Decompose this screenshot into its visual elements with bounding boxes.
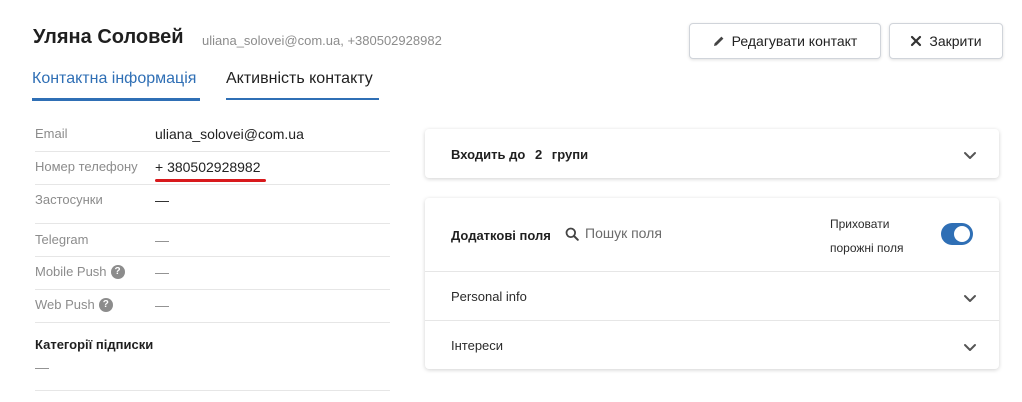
contact-name: Уляна Соловей [33, 26, 184, 48]
apps-row: Застосунки — [35, 192, 390, 224]
phone-highlight-underline [155, 179, 266, 182]
phone-label: Номер телефону [35, 159, 138, 174]
groups-prefix: Входить до [451, 147, 526, 162]
web-push-row: Web Push ? — [35, 297, 390, 323]
web-push-value: — [155, 297, 169, 313]
mobile-push-value: — [155, 264, 169, 280]
email-value: uliana_solovei@com.ua [155, 126, 304, 142]
edit-contact-label: Редагувати контакт [731, 33, 858, 49]
mobile-push-label-wrap: Mobile Push ? [35, 264, 155, 279]
tab-contact-activity[interactable]: Активність контакту [226, 70, 379, 100]
subscription-categories-title: Категорії підписки [35, 337, 154, 352]
section-interests[interactable]: Інтереси [451, 338, 503, 353]
tab-contact-info[interactable]: Контактна інформація [32, 70, 200, 101]
extra-fields-card: Додаткові поля Приховати порожні поля Pe… [425, 198, 999, 369]
apps-label: Застосунки [35, 192, 103, 207]
contact-subtitle: uliana_solovei@com.ua, +380502928982 [202, 33, 442, 48]
mobile-push-row: Mobile Push ? — [35, 264, 390, 290]
pencil-icon [713, 35, 725, 47]
extra-fields-title: Додаткові поля [451, 228, 551, 243]
email-row: Email uliana_solovei@com.ua [35, 126, 390, 152]
field-search-input[interactable] [585, 225, 785, 241]
help-icon[interactable]: ? [98, 297, 113, 312]
chevron-down-icon[interactable] [963, 294, 977, 303]
hide-empty-label-line-2: порожні поля [830, 241, 904, 255]
mobile-push-label: Mobile Push [35, 264, 107, 279]
help-icon[interactable]: ? [110, 264, 125, 279]
search-icon [565, 227, 579, 241]
phone-value: + 380502928982 [155, 159, 261, 175]
telegram-value: — [155, 232, 169, 248]
toggle-knob [954, 226, 970, 242]
email-label: Email [35, 126, 68, 141]
groups-count: 2 [534, 147, 543, 162]
close-button[interactable]: Закрити [889, 23, 1003, 59]
divider [425, 320, 999, 321]
groups-suffix: групи [551, 147, 589, 162]
hide-empty-label-line-1: Приховати [830, 217, 890, 231]
hide-empty-label: Приховати порожні поля [830, 212, 920, 260]
telegram-row: Telegram — [35, 232, 390, 257]
telegram-label: Telegram [35, 232, 89, 247]
chevron-down-icon[interactable] [963, 151, 977, 160]
close-icon [910, 35, 922, 47]
categories-divider [35, 390, 390, 391]
web-push-label-wrap: Web Push ? [35, 297, 155, 312]
subscription-categories-value: — [35, 359, 49, 375]
groups-card[interactable]: Входить до 2 групи [425, 129, 999, 178]
close-label: Закрити [929, 33, 982, 49]
web-push-label: Web Push [35, 297, 95, 312]
apps-value: — [155, 192, 169, 208]
edit-contact-button[interactable]: Редагувати контакт [689, 23, 881, 59]
hide-empty-toggle[interactable] [941, 223, 973, 245]
groups-summary: Входить до 2 групи [451, 147, 594, 162]
divider [425, 271, 999, 272]
section-personal-info[interactable]: Personal info [451, 289, 527, 304]
chevron-down-icon[interactable] [963, 343, 977, 352]
